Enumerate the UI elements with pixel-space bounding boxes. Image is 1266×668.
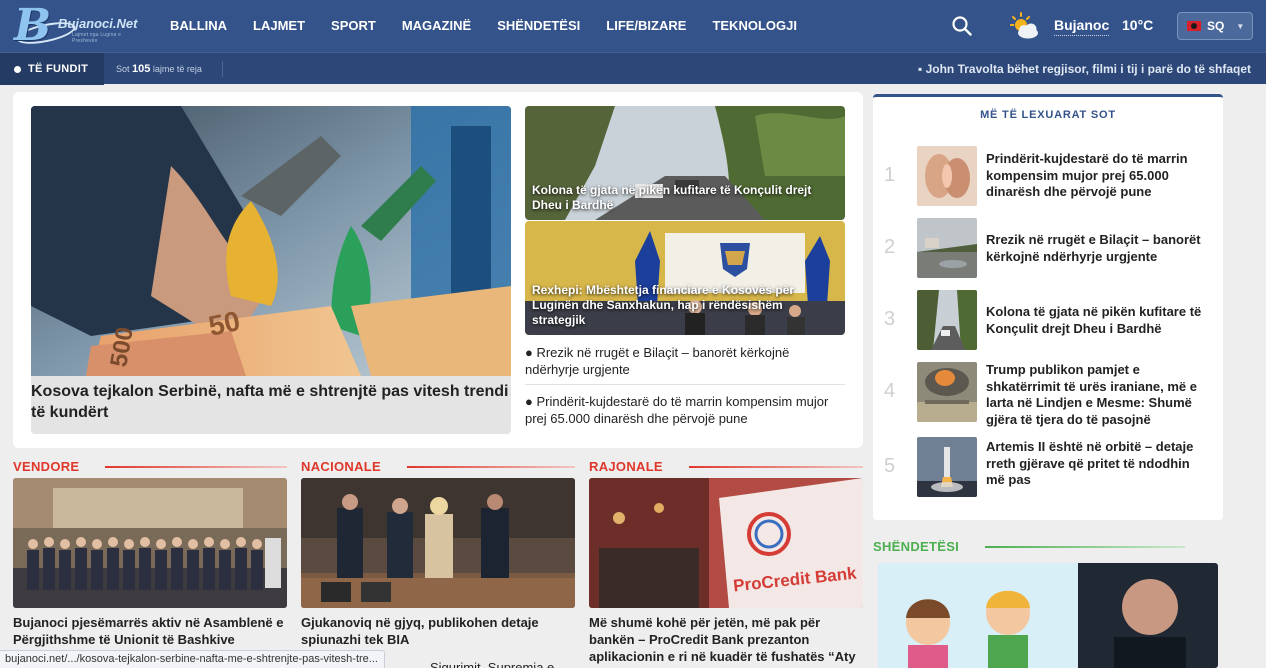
most-read-rank: 4: [884, 380, 896, 402]
most-read-headline[interactable]: Rrezik në rrugët e Bilaçit – banorët kër…: [986, 232, 1212, 265]
most-read-thumbnail[interactable]: [917, 362, 977, 422]
ticker-headline-text: John Travolta bëhet regjisor, filmi i ti…: [925, 62, 1251, 76]
nav-teknologji[interactable]: TEKNOLOGJI: [699, 0, 810, 52]
logo-text: Bujanoci.Net: [58, 16, 138, 31]
daily-count: Sot 105 lajme të reja: [116, 63, 202, 75]
section-rajonale-headline[interactable]: Më shumë kohë për jetën, më pak për bank…: [589, 614, 865, 665]
section-nacionale-more[interactable]: Sigurimit, Supremja e: [430, 659, 580, 668]
side-story-konculi-title[interactable]: Kolona të gjata në pikën kufitare të Kon…: [532, 183, 837, 213]
partly-sunny-icon: [1010, 12, 1040, 40]
most-read-item[interactable]: 1 Prindërit-kujdestarë do të marrin komp…: [873, 146, 1223, 208]
featured-card: 50 500 Kosova tejkalon Serbinë, nafta më…: [13, 92, 863, 448]
most-read-rank: 1: [884, 164, 896, 186]
search-icon[interactable]: [952, 16, 972, 36]
section-divider-line: [689, 466, 863, 468]
side-story-rexhepi-title[interactable]: Rexhepi: Mbështetja financiare e Kosovës…: [532, 283, 837, 328]
bullet-news-bilaci[interactable]: ● Rrezik në rrugët e Bilaçit – banorët k…: [525, 344, 845, 378]
nav-life-bizare[interactable]: LIFE/BIZARE: [593, 0, 699, 52]
most-read-headline[interactable]: Artemis II është në orbitë – detaje rret…: [986, 439, 1212, 489]
nav-lajmet[interactable]: LAJMET: [240, 0, 318, 52]
ticker-divider: [222, 61, 223, 77]
nav-magazine[interactable]: MAGAZINË: [389, 0, 484, 52]
most-read-rank: 5: [884, 455, 896, 477]
section-divider-line: [105, 466, 287, 468]
daily-count-suffix: lajme të reja: [152, 64, 202, 74]
section-nacionale-header: NACIONALE: [301, 459, 575, 475]
most-read-thumbnail[interactable]: [917, 218, 977, 278]
most-read-title: MË TË LEXUARAT SOT: [980, 109, 1116, 121]
most-read-thumbnail[interactable]: [917, 437, 977, 497]
svg-text:50: 50: [206, 305, 243, 342]
main-story-image[interactable]: 50 500: [31, 106, 511, 376]
section-divider-line: [407, 466, 575, 468]
ticker-headline[interactable]: ▪ John Travolta bëhet regjisor, filmi i …: [918, 62, 1266, 76]
most-read-headline[interactable]: Prindërit-kujdestarë do të marrin kompen…: [986, 151, 1212, 201]
breaking-news-bar: TË FUNDIT Sot 105 lajme të reja ▪ John T…: [0, 52, 1266, 85]
section-rajonale-image[interactable]: ProCredit Bank: [589, 478, 863, 608]
weather-temperature: 10°C: [1122, 17, 1154, 33]
section-nacionale-headline[interactable]: Gjukanoviq në gjyq, publikohen detaje sp…: [301, 614, 581, 648]
section-vendore-headline[interactable]: Bujanoci pjesëmarrës aktiv në Asamblenë …: [13, 614, 293, 648]
language-selector[interactable]: SQ ▼: [1177, 12, 1253, 40]
section-vendore-image[interactable]: [13, 478, 287, 608]
latest-label-text: TË FUNDIT: [28, 63, 89, 75]
most-read-item[interactable]: 2 Rrezik në rrugët e Bilaçit – banorët k…: [873, 218, 1223, 280]
section-shendetesi-image[interactable]: [878, 563, 1218, 668]
most-read-rank: 2: [884, 236, 896, 258]
section-nacionale-image[interactable]: [301, 478, 575, 608]
live-dot-icon: [14, 65, 21, 73]
most-read-card: MË TË LEXUARAT SOT 1 Prindërit-kujdestar…: [873, 94, 1223, 520]
nav-sport[interactable]: SPORT: [318, 0, 389, 52]
section-shendetesi-header: SHËNDETËSI: [873, 539, 1223, 555]
most-read-item[interactable]: 5 Artemis II është në orbitë – detaje rr…: [873, 437, 1223, 499]
daily-count-prefix: Sot: [116, 64, 130, 74]
weather-city[interactable]: Bujanoc: [1054, 17, 1110, 36]
bullet-divider: [525, 384, 845, 385]
logo-letter: B: [14, 0, 52, 51]
section-nacionale-title[interactable]: NACIONALE: [301, 459, 381, 474]
site-logo[interactable]: B Bujanoci.Net Lajmet nga Lugina e Presh…: [14, 0, 142, 51]
most-read-thumbnail[interactable]: [917, 146, 977, 206]
section-divider-line: [985, 546, 1185, 548]
browser-status-url: bujanoci.net/.../kosova-tejkalon-serbine…: [0, 650, 385, 668]
most-read-item[interactable]: 4 Trump publikon pamjet e shkatërrimit t…: [873, 362, 1223, 427]
nav-ballina[interactable]: BALLINA: [157, 0, 240, 52]
most-read-headline[interactable]: Trump publikon pamjet e shkatërrimit të …: [986, 362, 1212, 428]
section-rajonale-title[interactable]: RAJONALE: [589, 459, 663, 474]
side-story-rexhepi[interactable]: Rexhepi: Mbështetja financiare e Kosovës…: [525, 221, 845, 335]
top-navigation-bar: B Bujanoci.Net Lajmet nga Lugina e Presh…: [0, 0, 1266, 52]
main-story-caption[interactable]: Kosova tejkalon Serbinë, nafta më e shtr…: [31, 376, 511, 434]
nav-shendetesi[interactable]: SHËNDETËSI: [484, 0, 593, 52]
section-vendore-title[interactable]: VENDORE: [13, 459, 79, 474]
language-code: SQ: [1207, 19, 1225, 33]
main-nav: BALLINA LAJMET SPORT MAGAZINË SHËNDETËSI…: [157, 0, 810, 52]
section-shendetesi-title[interactable]: SHËNDETËSI: [873, 539, 959, 554]
most-read-rank: 3: [884, 308, 896, 330]
side-story-konculi[interactable]: Kolona të gjata në pikën kufitare të Kon…: [525, 106, 845, 220]
most-read-headline[interactable]: Kolona të gjata në pikën kufitare të Kon…: [986, 304, 1212, 337]
bullet-news-kujdestare[interactable]: ● Prindërit-kujdestarë do të marrin komp…: [525, 393, 845, 427]
section-vendore-header: VENDORE: [13, 459, 287, 475]
latest-label[interactable]: TË FUNDIT: [0, 53, 104, 85]
section-rajonale-header: RAJONALE: [589, 459, 863, 475]
main-story-title[interactable]: Kosova tejkalon Serbinë, nafta më e shtr…: [31, 381, 511, 423]
chevron-down-icon: ▼: [1236, 21, 1245, 31]
logo-subtitle: Lajmet nga Lugina e Preshevës: [72, 32, 122, 44]
most-read-item[interactable]: 3 Kolona të gjata në pikën kufitare të K…: [873, 290, 1223, 352]
most-read-thumbnail[interactable]: [917, 290, 977, 350]
daily-count-number: 105: [132, 63, 151, 75]
albania-flag-icon: [1187, 21, 1201, 31]
